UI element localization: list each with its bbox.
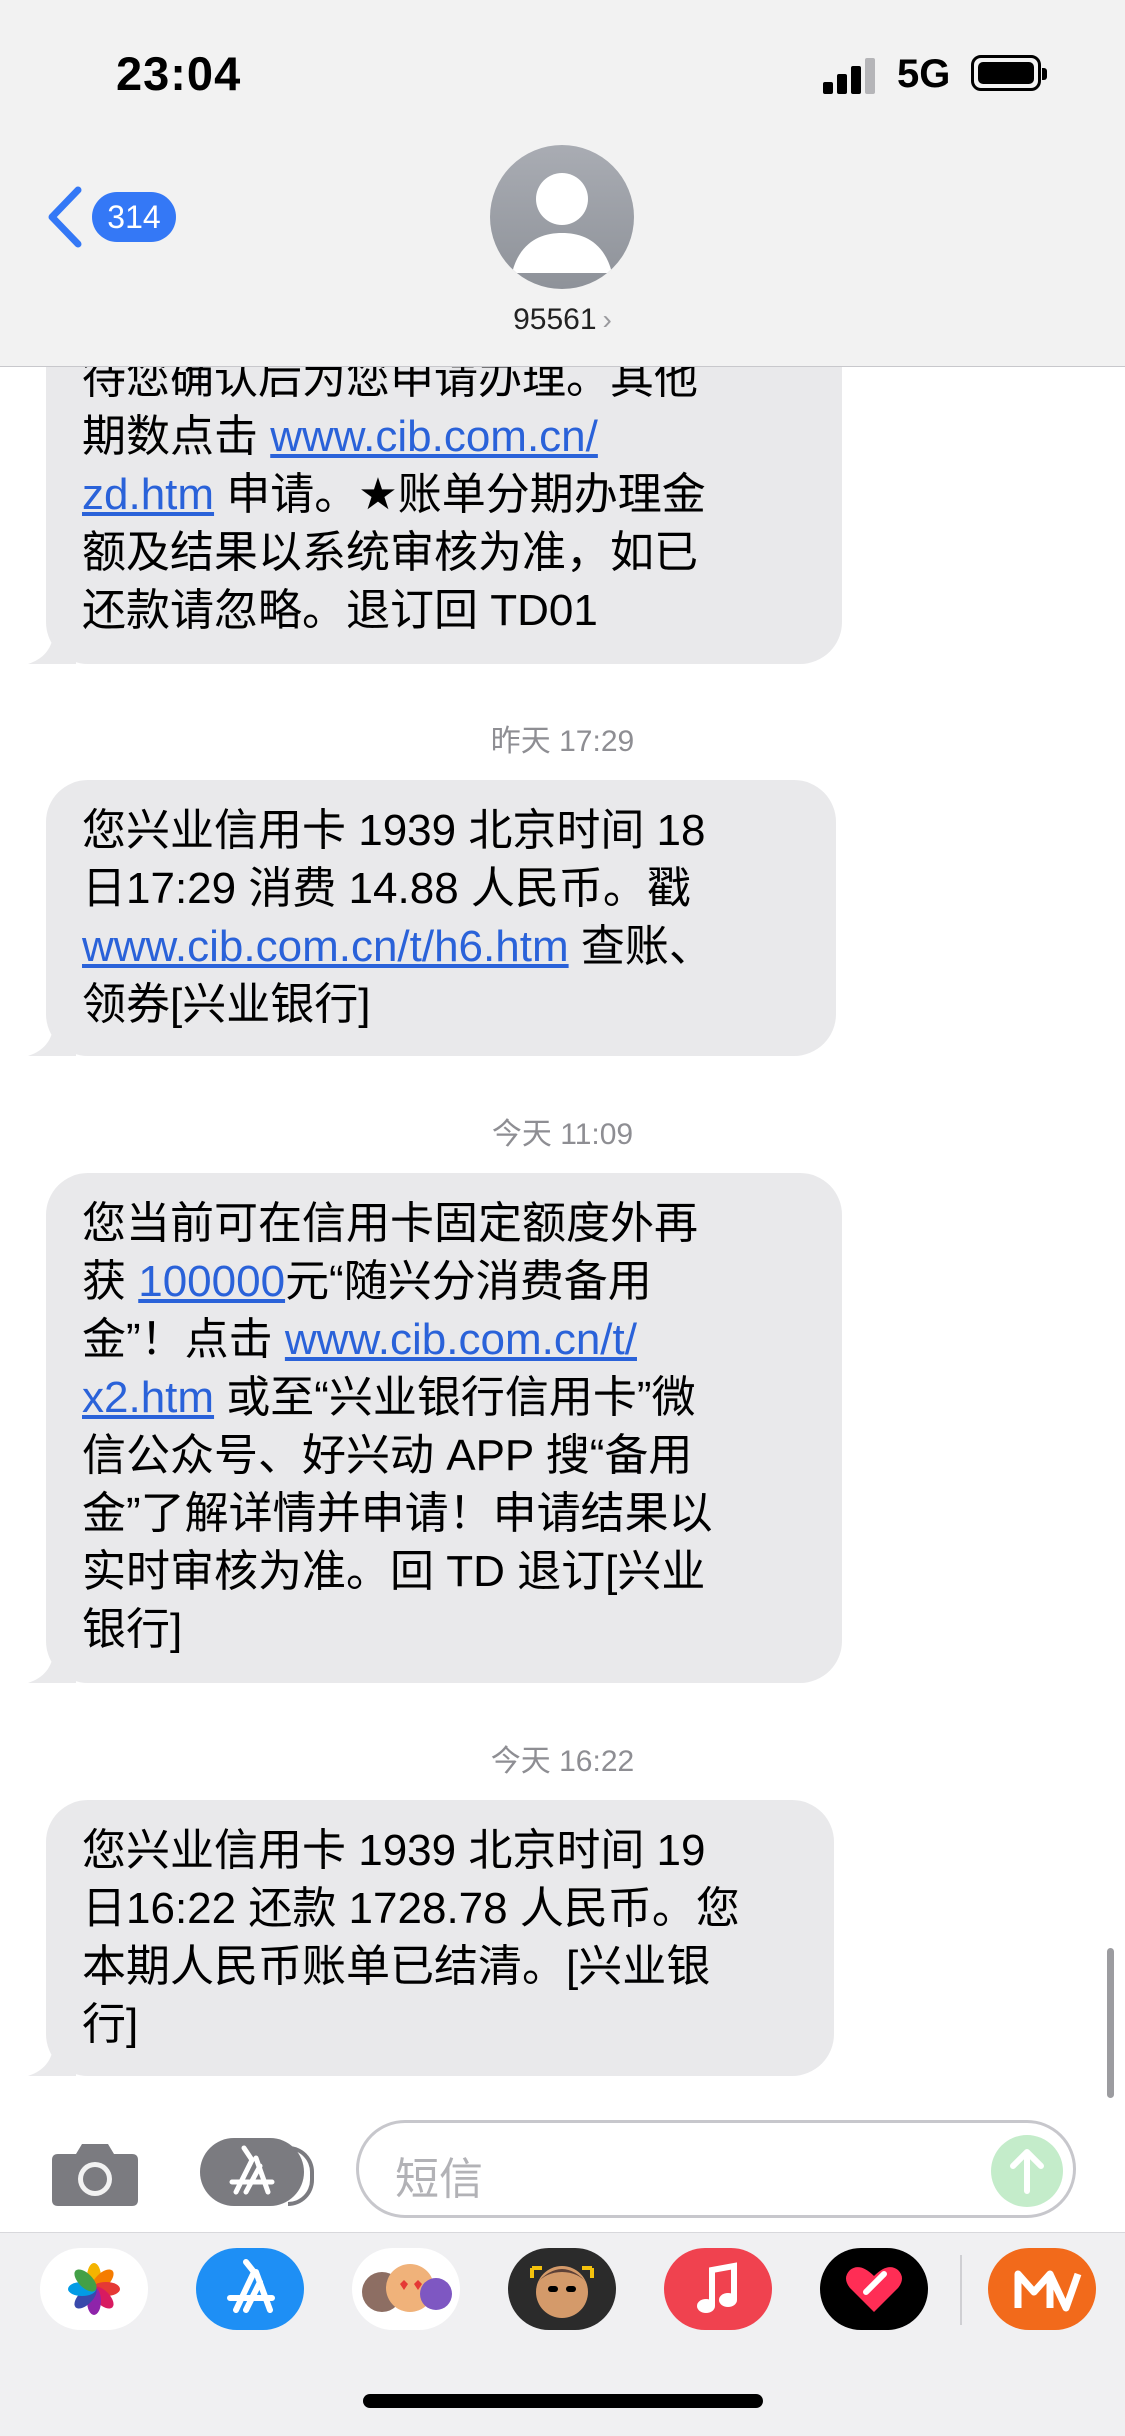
message-bubble: 您兴业信用卡 1939 北京时间 18 日17:29 消费 14.88 人民币。… [28,780,836,1056]
message-link[interactable]: www.cib.com.cn/t/h6.htm [82,922,569,971]
message-bubble: 您兴业信用卡 1939 北京时间 19 日16:22 还款 1728.78 人民… [28,1800,834,2076]
contact-avatar[interactable] [490,145,634,289]
contact-name[interactable]: 95561 › [0,303,1125,337]
send-button[interactable] [991,2135,1063,2207]
message-link[interactable]: www.cib.com.cn/ [270,412,598,461]
message-link[interactable]: zd.htm [82,470,214,519]
bubble-tail [28,2038,76,2076]
battery-icon [971,55,1047,91]
app-store-icon[interactable] [196,2248,304,2330]
photos-app-icon[interactable] [40,2248,148,2330]
bubble-tail [28,626,76,664]
cellular-signal-icon [823,56,881,94]
camera-icon [52,2144,138,2206]
amount-link[interactable]: 100000 [138,1257,285,1306]
music-app-icon[interactable] [664,2248,772,2330]
message-timestamp: 今天 11:09 [491,1118,634,1151]
mango-tv-icon[interactable] [988,2248,1096,2330]
app-store-icon [229,2145,275,2195]
message-timestamp: 昨天 17:29 [490,725,635,758]
camera-button[interactable] [52,2138,138,2206]
message-input-placeholder: 短信 [395,2155,483,2204]
conversation-header: 23:04 5G 314 95561 › [0,0,1125,367]
message-bubble: 您当前可在信用卡固定额度外再 获 100000元“随兴分消费备用 金”！点击 w… [28,1173,842,1683]
scrollbar[interactable] [1107,1948,1114,2098]
digital-touch-icon[interactable] [820,2248,928,2330]
message-timestamp: 今天 16:22 [490,1745,635,1778]
network-type: 5G [897,52,951,96]
status-time: 23:04 [116,47,242,100]
memoji-stickers-icon[interactable] [352,2248,460,2330]
back-button[interactable]: 314 [44,182,194,252]
bubble-tail [28,1018,76,1056]
message-link[interactable]: www.cib.com.cn/t/ [285,1315,637,1364]
dock-divider [960,2255,962,2325]
arrow-up-icon [1010,2149,1044,2194]
apps-button[interactable] [200,2138,314,2206]
message-link[interactable]: x2.htm [82,1373,214,1422]
home-indicator[interactable] [363,2394,763,2408]
bubble-tail [28,1645,76,1683]
unread-count-badge: 314 [92,192,176,242]
chevron-right-icon: › [602,304,612,335]
memoji-icon[interactable] [508,2248,616,2330]
message-input[interactable]: 短信 [356,2120,1076,2218]
chevron-left-icon [48,186,82,248]
person-icon [512,173,612,273]
